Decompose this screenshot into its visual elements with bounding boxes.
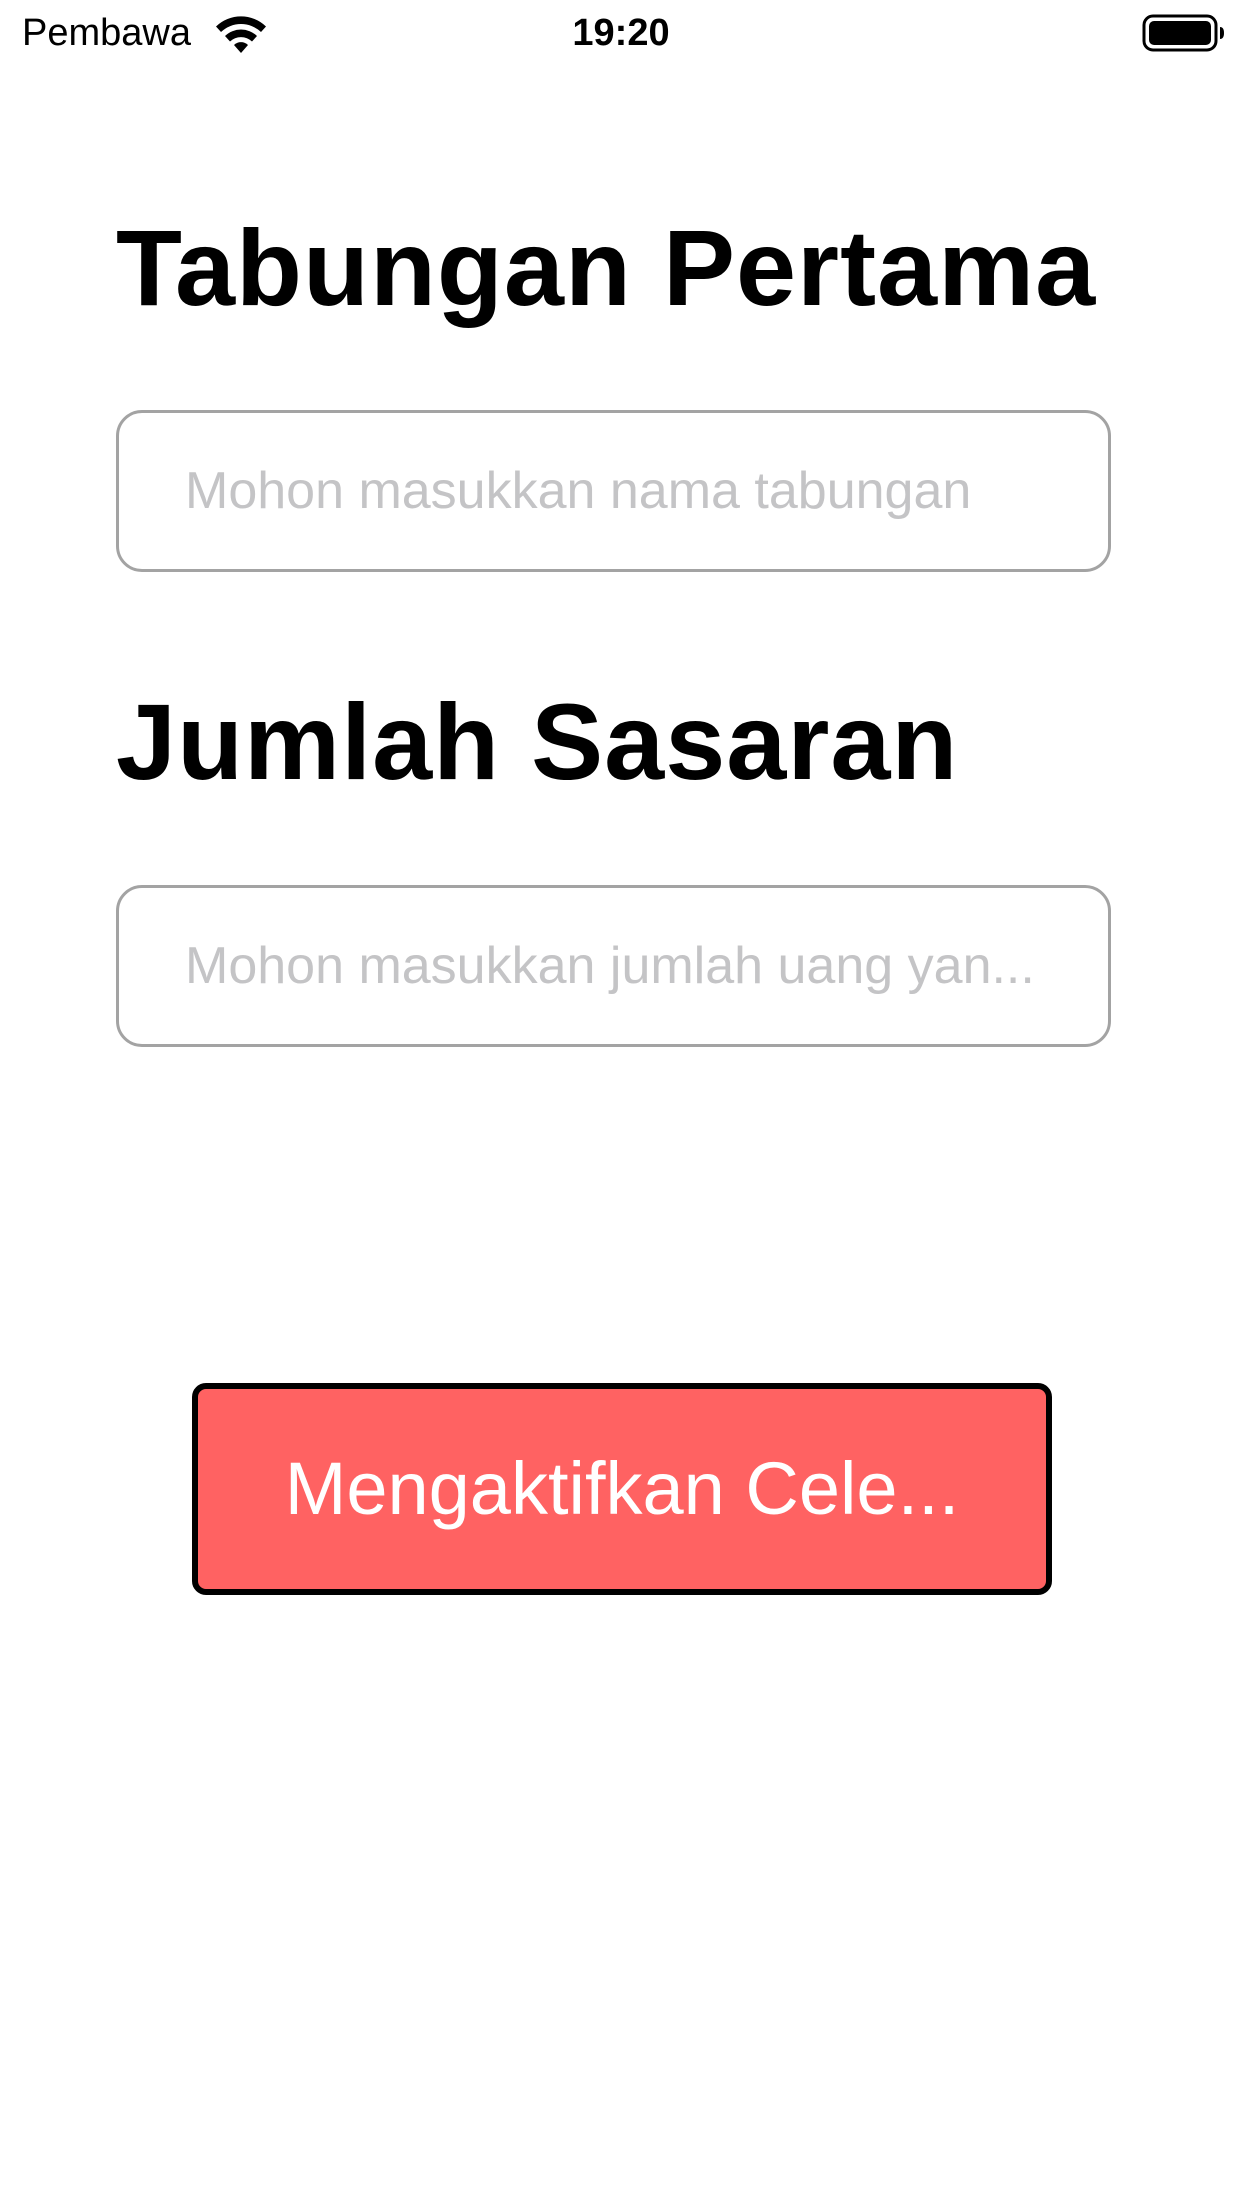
status-bar: Pembawa 19:20: [0, 0, 1242, 66]
battery-full-icon: [1142, 14, 1224, 52]
activate-button[interactable]: Mengaktifkan Cele...: [192, 1383, 1052, 1595]
savings-name-input[interactable]: [116, 410, 1111, 572]
target-amount-heading: Jumlah Sasaran: [116, 681, 959, 802]
target-amount-input[interactable]: [116, 885, 1111, 1047]
status-time: 19:20: [572, 12, 670, 54]
savings-name-heading: Tabungan Pertama: [116, 207, 1097, 328]
